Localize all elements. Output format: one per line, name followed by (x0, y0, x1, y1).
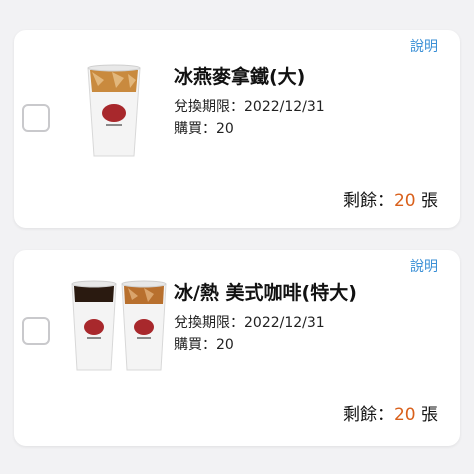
iced-latte-cup-icon (84, 58, 144, 162)
purchased-count: 購買：20 (174, 121, 234, 137)
help-link[interactable]: 說明 (410, 256, 438, 276)
help-link[interactable]: 說明 (410, 36, 438, 56)
select-checkbox[interactable] (22, 317, 50, 345)
item-title: 冰/熱 美式咖啡(特大) (174, 282, 357, 304)
coupon-card[interactable]: 說明 冰燕麥拿鐵(大) 兌換期限：2022/12/31 購買：20 剩餘：20 … (14, 30, 460, 228)
item-title: 冰燕麥拿鐵(大) (174, 66, 306, 88)
remaining-count: 剩餘：20 張 (342, 405, 438, 425)
purchased-count: 購買：20 (174, 337, 234, 353)
select-checkbox[interactable] (22, 104, 50, 132)
americano-cups-icon (68, 272, 168, 376)
coupon-card[interactable]: 說明 冰/熱 美式咖啡(特大) 兌換期限：2022/12/31 購買：20 剩餘… (14, 250, 460, 446)
expiry-date: 兌換期限：2022/12/31 (174, 315, 325, 331)
expiry-date: 兌換期限：2022/12/31 (174, 99, 325, 115)
remaining-count: 剩餘：20 張 (342, 191, 438, 211)
